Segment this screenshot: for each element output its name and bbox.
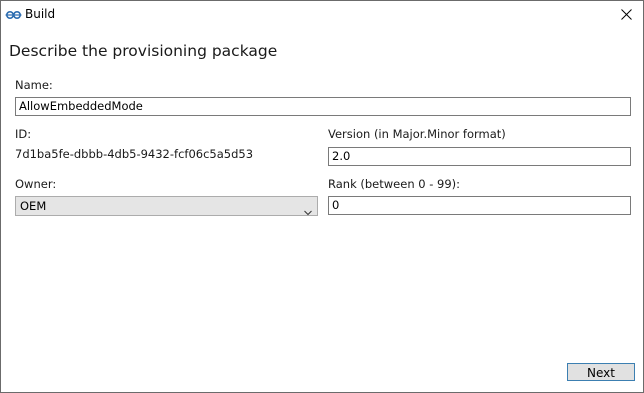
next-button[interactable]: Next (567, 363, 635, 381)
name-label: Name: (15, 78, 53, 92)
owner-label: Owner: (15, 177, 57, 191)
version-label: Version (in Major.Minor format) (328, 127, 506, 141)
window-title: Build (25, 7, 56, 21)
rank-input[interactable] (328, 196, 631, 215)
id-value: 7d1ba5fe-dbbb-4db5-9432-fcf06c5a5d53 (15, 147, 254, 161)
id-label: ID: (15, 127, 32, 141)
build-window: Build Describe the provisioning package … (0, 0, 644, 393)
version-input[interactable] (328, 147, 631, 166)
owner-dropdown[interactable]: OEM (15, 196, 318, 216)
rank-label: Rank (between 0 - 99): (328, 177, 461, 191)
owner-selected-value: OEM (20, 199, 47, 213)
title-bar: Build (1, 1, 643, 28)
page-title: Describe the provisioning package (9, 42, 278, 60)
chevron-down-icon (304, 203, 312, 216)
close-icon (620, 5, 632, 24)
build-gear-icon (5, 7, 22, 21)
close-button[interactable] (609, 1, 643, 28)
name-input[interactable] (15, 97, 631, 116)
